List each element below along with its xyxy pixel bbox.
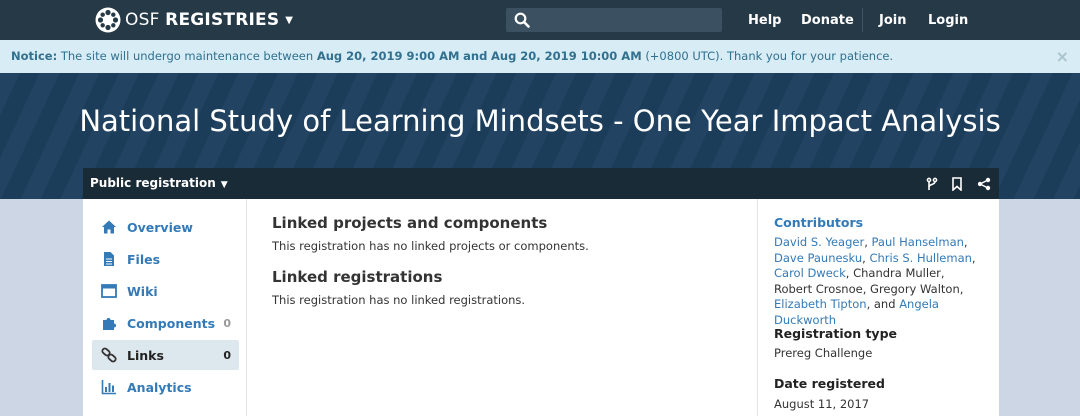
contributor-link[interactable]: Paul Hanselman [872,235,964,249]
registration-type-value: Prereg Challenge [774,346,873,360]
osf-brand-menu[interactable]: OSF REGISTRIES ▼ [95,7,293,33]
maintenance-notice: Notice: The site will undergo maintenanc… [0,40,1080,73]
notice-start-time: Aug 20, 2019 9:00 AM [316,49,460,63]
chevron-down-icon: ▼ [220,180,228,190]
contributors-heading[interactable]: Contributors [774,215,863,230]
sidebar-item-files[interactable]: Files [92,244,239,274]
contributor-link[interactable]: Chris S. Hulleman [869,251,971,265]
login-link[interactable]: Login [928,13,968,28]
sidebar-item-label: Links [127,347,164,363]
notice-suffix: (+0800 UTC). Thank you for your patience… [645,49,894,63]
donate-link[interactable]: Donate [801,13,854,28]
linked-projects-empty-text: This registration has no linked projects… [272,239,589,253]
contributor-name: Robert Crosnoe [774,281,863,296]
bookmark-icon[interactable] [950,177,964,191]
page-title: National Study of Learning Mindsets - On… [79,104,1001,138]
project-toolbar: Public registration ▼ [83,168,999,199]
home-icon [102,220,116,234]
public-registration-dropdown[interactable]: Public registration ▼ [90,176,228,190]
nav-divider [862,8,863,32]
puzzle-icon [103,318,116,330]
content-card: Overview Files Wiki Components 0 Links 0… [83,199,999,416]
notice-end-time: Aug 20, 2019 10:00 AM [490,49,642,63]
fork-icon[interactable] [925,177,939,191]
contributor-link[interactable]: Elizabeth Tipton [774,297,867,311]
sidebar-item-wiki[interactable]: Wiki [92,276,239,306]
search-icon [514,12,530,28]
contributor-link[interactable]: Dave Paunesku [774,251,862,265]
date-registered-heading: Date registered [774,376,885,391]
sidebar-item-count: 0 [223,316,231,330]
registration-type-heading: Registration type [774,326,897,341]
file-icon [104,252,114,266]
sidebar-item-count: 0 [223,348,231,362]
sidebar-item-label: Components [127,315,216,331]
sidebar-item-label: Overview [127,219,193,235]
top-navbar: OSF REGISTRIES ▼ Help Donate Join Login [0,0,1080,40]
sidebar-item-label: Analytics [127,379,192,395]
contributor-link[interactable]: Carol Dweck [774,266,846,280]
link-icon [101,347,117,363]
help-link[interactable]: Help [748,13,781,28]
brand-text: OSF REGISTRIES [125,10,280,30]
join-link[interactable]: Join [879,13,906,28]
date-registered-value: August 11, 2017 [774,397,870,411]
sidebar-item-overview[interactable]: Overview [92,212,239,242]
chevron-down-icon: ▼ [285,14,293,26]
osf-logo-icon [95,7,121,33]
sidebar-nav: Overview Files Wiki Components 0 Links 0… [83,199,247,416]
sidebar-item-links[interactable]: Links 0 [92,340,239,370]
notice-label: Notice: [11,49,58,63]
close-icon[interactable]: × [1056,40,1069,73]
sidebar-item-analytics[interactable]: Analytics [92,372,239,402]
sidebar-item-components[interactable]: Components 0 [92,308,239,338]
share-icon[interactable] [977,177,991,191]
linked-registrations-empty-text: This registration has no linked registra… [272,293,526,307]
contributors-list: David S. Yeager, Paul Hanselman, Dave Pa… [774,235,976,327]
wiki-icon [101,284,117,298]
search-input[interactable] [536,8,716,32]
sidebar-item-label: Wiki [127,283,158,299]
linked-projects-heading: Linked projects and components [272,214,548,232]
linked-registrations-heading: Linked registrations [272,268,443,286]
analytics-icon [101,380,116,395]
contributor-name: Chandra Muller [853,266,941,280]
sidebar-item-label: Files [127,251,161,267]
registration-details: Contributors David S. Yeager, Paul Hanse… [757,199,999,416]
search-box[interactable] [506,8,722,32]
contributor-name: Gregory Walton [870,281,960,296]
notice-text: The site will undergo maintenance betwee… [60,49,314,63]
notice-and: and [463,49,488,63]
contributor-link[interactable]: David S. Yeager [774,235,864,249]
